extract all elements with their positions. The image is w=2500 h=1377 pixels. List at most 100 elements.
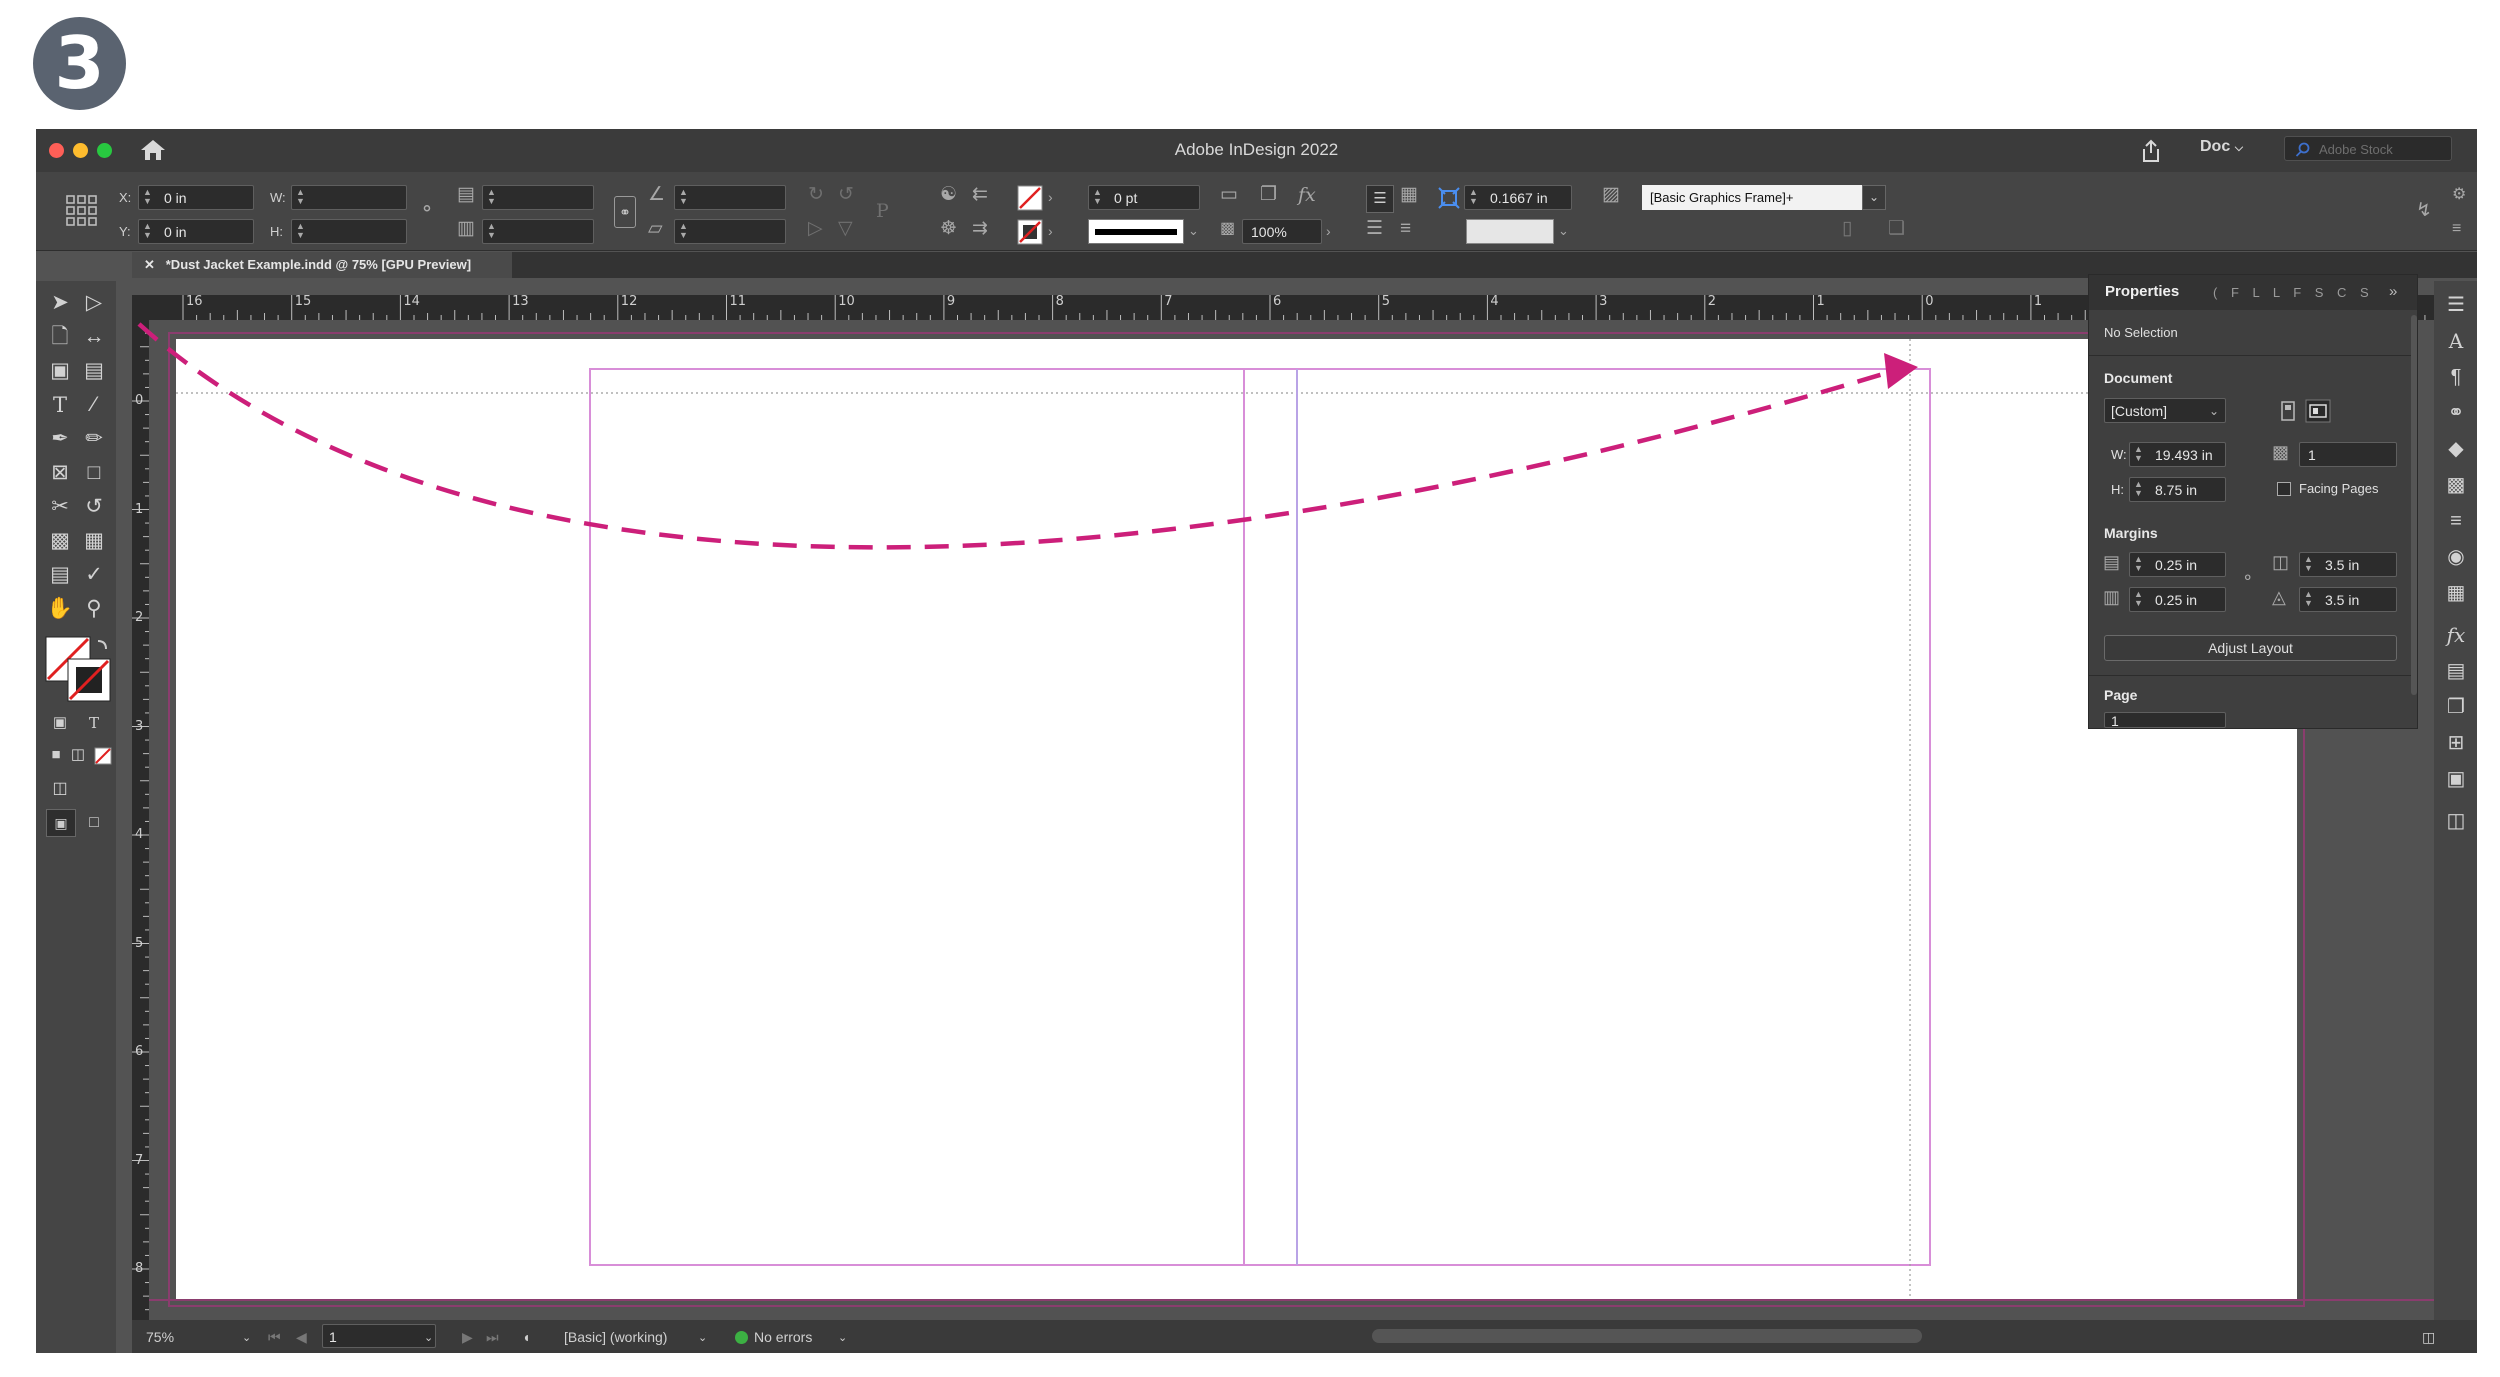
flip-vertical-icon[interactable]: ▽ <box>838 218 853 240</box>
preflight-errors[interactable]: No errors <box>754 1329 812 1345</box>
tab-properties[interactable]: Properties <box>2105 283 2179 300</box>
stepper-icon[interactable]: ▲ ▼ <box>296 188 310 207</box>
preview-mode-icon[interactable]: □ <box>80 809 108 837</box>
formatting-container-icon[interactable]: ▣ <box>46 709 74 737</box>
formatting-text-icon[interactable]: T <box>80 709 108 737</box>
document-height-field[interactable]: ▲ ▼ 8.75 in <box>2129 477 2226 502</box>
doc-menu[interactable]: Doc ⌵ <box>2200 138 2243 156</box>
margin-outside-field[interactable]: ▲ ▼ 3.5 in <box>2299 587 2397 612</box>
reference-point-icon[interactable] <box>65 194 99 228</box>
link-margins-icon[interactable]: ⚬ <box>2241 568 2254 590</box>
opacity-menu-icon[interactable]: › <box>1326 220 1331 242</box>
gap-tool-icon[interactable]: ↔ <box>80 323 108 351</box>
drop-shadow-icon[interactable]: ❐ <box>1260 184 1277 206</box>
fitting-offset-field[interactable]: ▲ ▼ 0.1667 in <box>1464 185 1572 210</box>
direct-selection-tool-icon[interactable]: ▷ <box>80 289 108 317</box>
pages-panel-icon[interactable]: ▩ <box>2442 471 2470 499</box>
panel-scrollbar[interactable] <box>2411 315 2417 695</box>
gradient-swatch-tool-icon[interactable]: ▩ <box>46 527 74 555</box>
stepper-icon[interactable]: ▲ ▼ <box>679 222 693 241</box>
stepper-icon[interactable]: ▲ ▼ <box>2134 555 2148 574</box>
open-page-icon[interactable]: ◖ <box>522 1329 530 1345</box>
last-page-icon[interactable]: ⏭ <box>486 1329 499 1346</box>
opacity-field[interactable]: 100% <box>1242 219 1322 244</box>
stroke-menu-icon[interactable]: › <box>1048 220 1053 242</box>
horizontal-scrollbar[interactable] <box>1372 1329 1922 1343</box>
properties-panel-icon[interactable]: ☰ <box>2442 291 2470 319</box>
clear-overrides-icon[interactable]: ▯ <box>1842 218 1852 240</box>
close-icon[interactable]: ✕ <box>144 257 155 272</box>
fill-menu-icon[interactable]: › <box>1048 186 1053 208</box>
constrain-scale-icon[interactable]: ⚭ <box>614 196 636 228</box>
margin-inside-field[interactable]: ▲ ▼ 3.5 in <box>2299 552 2397 577</box>
rectangle-frame-tool-icon[interactable]: ⊠ <box>46 459 74 487</box>
text-wrap-icon[interactable]: ≡ <box>1400 218 1411 240</box>
screen-mode-icon[interactable]: ◫ <box>46 775 74 803</box>
transform-panel-icon[interactable]: ⊞ <box>2442 729 2470 757</box>
stepper-icon[interactable]: ▲ ▼ <box>679 188 693 207</box>
lightning-icon[interactable]: ↯ <box>2416 200 2432 222</box>
rotate-cw-icon[interactable]: ↻ <box>808 184 824 206</box>
chevron-down-icon[interactable]: ⌄ <box>1558 220 1569 242</box>
layers-panel-icon[interactable]: ◆ <box>2442 435 2470 463</box>
stepper-icon[interactable]: ▲ ▼ <box>2134 480 2148 499</box>
adjust-layout-button[interactable]: Adjust Layout <box>2104 635 2397 661</box>
chevron-down-icon[interactable]: ⌄ <box>1862 185 1886 210</box>
type-tool-icon[interactable]: T <box>46 391 74 419</box>
chevron-down-icon[interactable]: ⌄ <box>698 1331 707 1344</box>
flip-horizontal-icon[interactable]: ▷ <box>808 218 823 240</box>
paragraph-p-icon[interactable]: P <box>876 200 889 222</box>
hand-tool-icon[interactable]: ✋ <box>46 595 74 623</box>
portrait-orientation-icon[interactable] <box>2277 399 2299 423</box>
quick-apply-icon[interactable]: ❑ <box>1888 218 1905 240</box>
vertical-ruler[interactable] <box>132 295 149 1353</box>
scissors-tool-icon[interactable]: ✂ <box>46 493 74 521</box>
align-frame-icon[interactable]: ▦ <box>1400 184 1418 206</box>
chevron-down-icon[interactable]: ⌄ <box>424 1331 433 1344</box>
facing-pages-checkbox[interactable] <box>2277 482 2291 496</box>
stepper-icon[interactable]: ▲ ▼ <box>2134 445 2148 464</box>
content-placer-icon[interactable]: ▤ <box>80 357 108 385</box>
stroke-swatch-icon[interactable] <box>1017 219 1043 245</box>
chevron-down-icon[interactable]: ⌄ <box>838 1331 847 1344</box>
stepper-icon[interactable]: ▲ ▼ <box>2134 590 2148 609</box>
page-number-field[interactable]: 1 <box>322 1324 436 1348</box>
note-tool-icon[interactable]: ▤ <box>46 561 74 589</box>
number-of-pages-field[interactable]: 1 <box>2299 442 2397 467</box>
first-page-icon[interactable]: ⏮ <box>268 1329 281 1346</box>
color-panel-icon[interactable]: ◉ <box>2442 543 2470 571</box>
zoom-level[interactable]: 75% <box>146 1329 174 1345</box>
rectangle-tool-icon[interactable]: □ <box>80 459 108 487</box>
margin-top-field[interactable]: ▲ ▼ 0.25 in <box>2129 552 2226 577</box>
x-field[interactable]: ▲ ▼ 0 in <box>138 185 254 210</box>
stepper-icon[interactable]: ▲ ▼ <box>487 222 501 241</box>
fill-none-swatch-icon[interactable] <box>1017 185 1043 211</box>
stepper-icon[interactable]: ▲ ▼ <box>296 222 310 241</box>
scale-x-field[interactable]: ▲ ▼ <box>482 185 594 210</box>
align-center-icon[interactable]: ☰ <box>1366 185 1394 213</box>
selection-tool-icon[interactable]: ➤ <box>46 289 74 317</box>
effects-panel-icon[interactable]: fx <box>2442 621 2470 649</box>
stepper-icon[interactable]: ▲ ▼ <box>1093 188 1107 207</box>
panel-collapse-icon[interactable]: » <box>2389 283 2397 300</box>
document-width-field[interactable]: ▲ ▼ 19.493 in <box>2129 442 2226 467</box>
swatch-dropdown[interactable] <box>1466 219 1554 244</box>
shear-field[interactable]: ▲ ▼ <box>674 219 786 244</box>
chevron-down-icon[interactable]: ⌄ <box>1188 220 1199 242</box>
width-field[interactable]: ▲ ▼ <box>291 185 407 210</box>
share-icon[interactable] <box>2139 138 2163 164</box>
apply-gradient-icon[interactable]: ◫ <box>64 741 92 769</box>
select-previous-icon[interactable]: ⇇ <box>972 184 988 206</box>
align-panel-icon[interactable]: ▤ <box>2442 657 2470 685</box>
y-field[interactable]: ▲ ▼ 0 in <box>138 219 254 244</box>
frame-fitting-icon[interactable] <box>1438 187 1460 209</box>
effects-fx-icon[interactable]: fx <box>1298 184 1316 206</box>
select-container-icon[interactable]: ☯ <box>940 184 957 206</box>
pencil-tool-icon[interactable]: ✏ <box>80 425 108 453</box>
stepper-icon[interactable]: ▲ ▼ <box>487 188 501 207</box>
text-wrap-panel-icon[interactable]: ▣ <box>2442 765 2470 793</box>
preflight-profile[interactable]: [Basic] (working) <box>564 1329 667 1345</box>
margin-bottom-field[interactable]: ▲ ▼ 0.25 in <box>2129 587 2226 612</box>
stroke-weight-field[interactable]: ▲ ▼ 0 pt <box>1088 185 1200 210</box>
tab-dust-jacket-example[interactable]: ✕ *Dust Jacket Example.indd @ 75% [GPU P… <box>132 252 512 278</box>
